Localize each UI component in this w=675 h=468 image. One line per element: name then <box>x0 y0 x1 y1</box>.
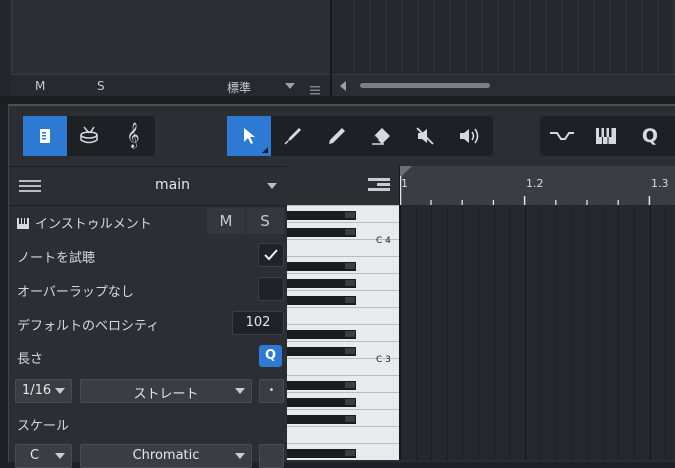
instrument-label: インストゥルメント <box>17 213 152 233</box>
instrument-mute-label: M <box>219 212 233 230</box>
scroll-left-icon[interactable] <box>340 81 346 91</box>
key-label-c4: C 4 <box>376 236 391 246</box>
submenu-corner-icon <box>262 147 268 153</box>
chevron-down-icon <box>55 388 65 394</box>
chevron-down-icon[interactable] <box>267 183 277 189</box>
instrument-label-text: インストゥルメント <box>35 217 152 232</box>
ruler-ticks <box>400 176 651 205</box>
checkmark-icon <box>264 249 278 261</box>
length-label: 長さ <box>17 352 44 367</box>
black-key-highlight <box>345 229 355 235</box>
length-value-select[interactable]: 1/16 <box>15 379 72 403</box>
upper-arrange-area[interactable] <box>332 0 675 74</box>
scale-type-select[interactable]: Chromatic <box>80 444 252 468</box>
length-value-text: 1/16 <box>22 383 52 398</box>
chevron-down-icon <box>235 388 245 394</box>
inspector-toggle-button[interactable] <box>23 116 67 156</box>
upper-solo-button[interactable]: S <box>97 79 105 93</box>
scale-label: スケール <box>17 419 70 434</box>
instrument-solo-label: S <box>260 212 270 230</box>
upper-grid <box>353 0 675 74</box>
piano-view-button[interactable] <box>584 116 628 156</box>
upper-preset-select[interactable]: 標準 <box>227 79 251 96</box>
tool-group <box>227 116 493 156</box>
black-key-highlight <box>345 399 355 405</box>
inspector-title[interactable]: main <box>155 177 190 193</box>
quantize-icon: Q <box>641 125 659 147</box>
pencil-tool-button[interactable] <box>315 116 359 156</box>
black-key-highlight <box>345 416 355 422</box>
scale-option-button[interactable] <box>259 444 284 468</box>
velocity-label: デフォルトのベロシティ <box>17 319 160 334</box>
automation-icon <box>550 132 574 140</box>
editor-toolbar: 𝄞 Q <box>9 106 675 166</box>
note-grid[interactable] <box>399 205 675 460</box>
audition-label: ノートを試聴 <box>17 251 96 266</box>
mute-tool-button[interactable] <box>403 116 447 156</box>
listen-tool-button[interactable] <box>447 116 491 156</box>
hamburger-menu-icon[interactable] <box>19 179 41 198</box>
scale-root-select[interactable]: C <box>15 444 72 468</box>
paint-tool-icon <box>284 128 301 145</box>
velocity-input[interactable]: 102 <box>232 311 284 335</box>
black-key-highlight <box>345 348 355 354</box>
instrument-solo-button[interactable]: S <box>246 208 284 234</box>
note-grid-lines <box>400 205 666 460</box>
menu-lines-icon[interactable] <box>310 80 320 95</box>
drum-editor-button[interactable] <box>67 116 111 156</box>
piano-keyboard[interactable]: C 4 C 3 <box>287 205 399 460</box>
listen-tool-icon <box>460 128 479 144</box>
length-type-text: ストレート <box>133 387 199 402</box>
inspector-icon <box>40 129 50 143</box>
chevron-down-icon <box>235 453 245 459</box>
dotted-note-button[interactable]: • <box>259 379 284 403</box>
inspector-header: main <box>9 167 287 206</box>
black-key-highlight <box>345 263 355 269</box>
lane-view-icon[interactable] <box>368 177 390 197</box>
window-gap <box>0 96 675 104</box>
upper-mute-button[interactable]: M <box>35 79 45 93</box>
instrument-mute-button[interactable]: M <box>207 208 245 234</box>
drum-icon <box>80 126 98 144</box>
view-toggle-group: 𝄞 <box>23 116 155 156</box>
black-key-highlight <box>345 212 355 218</box>
piano-header <box>287 166 399 205</box>
paint-tool-button[interactable] <box>271 116 315 156</box>
black-key-highlight <box>345 280 355 286</box>
eraser-tool-icon <box>372 128 390 145</box>
quantize-button[interactable]: Q <box>628 116 672 156</box>
arrow-tool-icon <box>244 128 255 144</box>
timeline-ruler[interactable]: 1 1.2 1.3 <box>399 166 675 205</box>
black-key-highlight <box>345 450 355 456</box>
scroll-thumb[interactable] <box>360 83 490 88</box>
length-type-select[interactable]: ストレート <box>80 379 252 403</box>
no-overlap-checkbox[interactable] <box>258 277 284 301</box>
piano-keys-icon <box>17 218 29 233</box>
mute-tool-icon <box>416 127 434 145</box>
pencil-tool-icon <box>329 128 345 144</box>
no-overlap-label: オーバーラップなし <box>17 285 134 300</box>
view-options-group: Q <box>540 116 675 156</box>
key-label-c3: C 3 <box>376 355 391 365</box>
piano-view-icon <box>596 128 616 144</box>
black-key-highlight <box>345 331 355 337</box>
scale-root-text: C <box>30 448 40 463</box>
scale-type-text: Chromatic <box>132 448 200 463</box>
chevron-down-icon[interactable] <box>285 83 295 89</box>
score-editor-button[interactable]: 𝄞 <box>111 116 155 156</box>
chevron-down-icon <box>55 453 65 459</box>
length-quantize-button[interactable]: Q <box>259 345 282 367</box>
upper-horizontal-scrollbar[interactable] <box>332 74 675 97</box>
black-key-highlight <box>345 297 355 303</box>
treble-clef-icon: 𝄞 <box>126 123 140 148</box>
upper-track-footer: M S 標準 <box>11 74 330 97</box>
automation-button[interactable] <box>540 116 584 156</box>
arrow-tool-button[interactable] <box>227 116 271 156</box>
eraser-tool-button[interactable] <box>359 116 403 156</box>
audition-checkbox[interactable] <box>258 243 284 267</box>
black-key-highlight <box>345 382 355 388</box>
